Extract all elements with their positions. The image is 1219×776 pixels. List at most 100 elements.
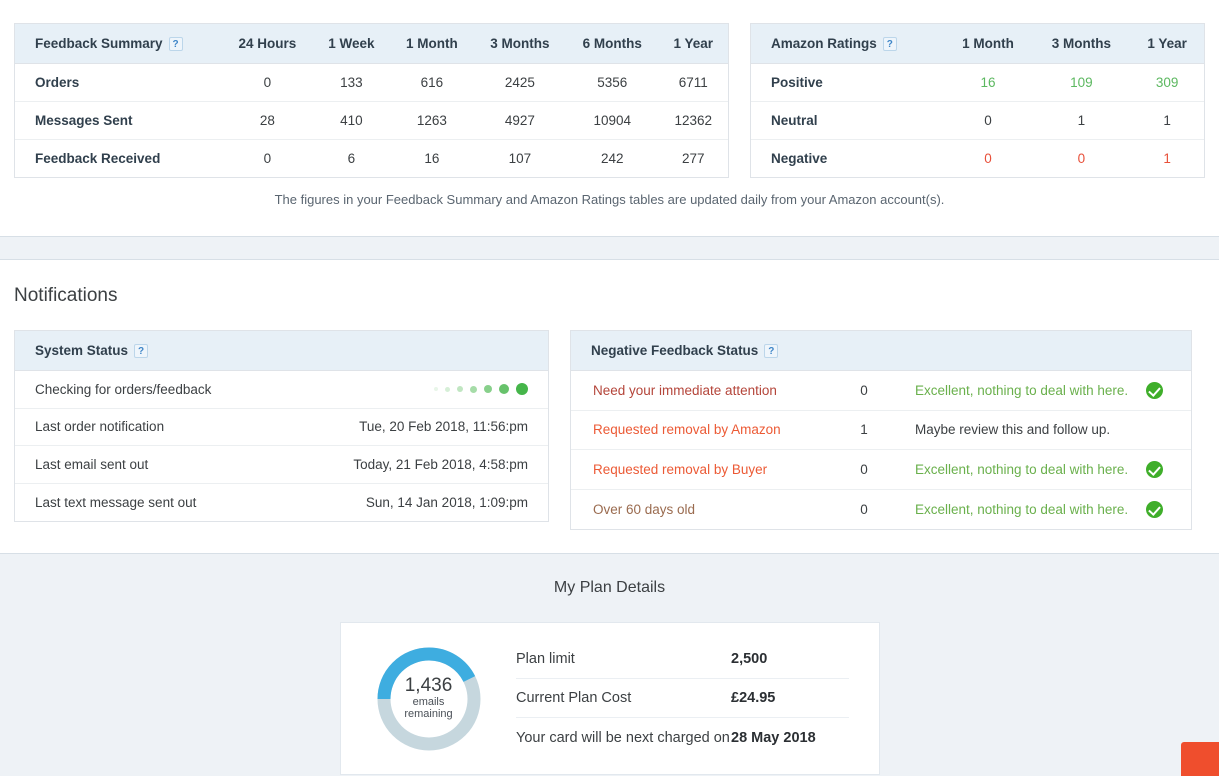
status-icon-cell [1139,460,1169,478]
row-label: Last text message sent out [35,494,197,510]
chat-launcher-button[interactable] [1181,742,1219,776]
cell-value: 28 [222,101,313,140]
cell-value: 107 [508,151,532,166]
negative-feedback-message: Excellent, nothing to deal with here. [915,382,1129,398]
system-status-row-last-order: Last order notification Tue, 20 Feb 2018… [15,409,548,446]
negative-feedback-status-card: Negative Feedback Status? Need your imme… [570,330,1192,530]
amazon-ratings-title-cell: Amazon Ratings? [751,24,944,64]
emails-remaining-count: 1,436 [404,675,453,697]
cell-value: 133 [312,63,391,102]
amazon-ratings-card: Amazon Ratings? 1 Month 3 Months 1 Year … [750,23,1205,178]
negative-feedback-row: Need your immediate attention 0 Excellen… [571,371,1191,411]
question-mark-icon[interactable]: ? [134,344,149,358]
plan-row-label: Plan limit [516,651,575,667]
status-icon-cell [1139,381,1169,399]
cell-value: 16 [943,63,1033,102]
negative-feedback-message: Excellent, nothing to deal with here. [915,501,1129,517]
plan-row-label: Your card will be next charged on [516,729,730,746]
row-value: Sun, 14 Jan 2018, 1:09:pm [365,494,528,510]
row-label: Last order notification [35,419,165,435]
cell-value: 1263 [390,101,474,140]
negative-feedback-link[interactable]: Over 60 days old [593,502,845,517]
row-value: Tue, 20 Feb 2018, 11:56:pm [359,419,528,435]
cell-value: 10904 [566,101,659,140]
summary-tables-region: Feedback Summary? 24 Hours 1 Week 1 Mont… [0,0,1219,236]
green-check-icon [1145,500,1163,518]
section-separator-band [0,236,1219,260]
system-status-card: System Status? Checking for orders/feedb… [14,330,549,522]
emails-remaining-line2: remaining [404,707,453,720]
row-label: Orders [15,63,223,102]
cell-value: 616 [390,63,474,102]
negative-feedback-link[interactable]: Requested removal by Buyer [593,462,845,477]
negative-feedback-message: Maybe review this and follow up. [915,422,1111,438]
table-row: Negative 0 0 1 [751,140,1204,178]
column-header: 1 Month [943,24,1033,64]
feedback-summary-table: Feedback Summary? 24 Hours 1 Week 1 Mont… [15,24,728,177]
question-mark-icon[interactable]: ? [882,37,897,51]
tables-update-note: The figures in your Feedback Summary and… [274,192,945,207]
plan-row-label: Current Plan Cost [516,690,632,706]
cell-value: 16 [424,151,440,166]
row-label: Messages Sent [15,101,223,140]
system-status-row-last-email: Last email sent out Today, 21 Feb 2018, … [15,446,548,484]
table-row: Feedback Received 0 6 16 107 242 277 [15,140,728,178]
green-check-icon [1145,460,1163,478]
negative-feedback-row: Requested removal by Buyer 0 Excellent, … [571,450,1191,490]
table-row: Neutral 0 1 1 [751,101,1204,140]
plan-details-heading: My Plan Details [553,579,666,596]
negative-feedback-message: Excellent, nothing to deal with here. [915,461,1129,477]
column-header: 1 Year [1130,24,1204,64]
row-label: Neutral [751,101,944,140]
plan-row-cost: Current Plan Cost £24.95 [516,679,849,718]
cell-value: 277 [681,151,705,166]
feedback-summary-title: Feedback Summary [35,36,163,51]
cell-value: 12362 [658,101,728,140]
negative-feedback-row: Over 60 days old 0 Excellent, nothing to… [571,490,1191,530]
row-label: Last email sent out [35,456,149,472]
row-label: Positive [751,63,944,102]
table-row: Positive 16 109 309 [751,63,1204,102]
plan-row-limit: Plan limit 2,500 [516,640,849,679]
cell-value: 1 [1163,151,1171,166]
plan-details-card: 1,436 emails remaining Plan limit 2,500 … [340,622,880,775]
cell-value: 242 [601,151,624,166]
green-check-icon [1145,381,1163,399]
cell-value: 1 [1130,101,1204,140]
cell-value: 2425 [473,63,567,102]
plan-row-value: 2,500 [731,651,768,667]
cell-value: 0 [943,101,1033,140]
feedback-summary-card: Feedback Summary? 24 Hours 1 Week 1 Mont… [14,23,729,178]
status-icon-cell [1139,500,1169,518]
table-row: Orders 0 133 616 2425 5356 6711 [15,63,728,102]
cell-value: 6711 [658,63,728,102]
plan-details-region: My Plan Details 1,436 emails remaining P… [0,553,1219,776]
column-header: 3 Months [1032,24,1131,64]
table-row: Messages Sent 28 410 1263 4927 10904 123… [15,101,728,140]
question-mark-icon[interactable]: ? [764,344,779,358]
plan-usage-donut: 1,436 emails remaining [341,644,516,754]
column-header: 1 Year [658,24,728,64]
feedback-summary-title-cell: Feedback Summary? [15,24,223,64]
row-label: Negative [771,151,828,166]
system-status-row-checking: Checking for orders/feedback [15,371,548,409]
cell-value: 5356 [566,63,659,102]
negative-feedback-title: Negative Feedback Status [591,343,759,358]
negative-feedback-link[interactable]: Requested removal by Amazon [593,422,845,437]
notifications-region: Notifications System Status? Checking fo… [0,261,1219,553]
cell-value: 309 [1130,63,1204,102]
donut-center-label: 1,436 emails remaining [374,644,484,754]
row-value: Today, 21 Feb 2018, 4:58:pm [353,456,528,472]
column-header: 24 Hours [222,24,313,64]
negative-feedback-link[interactable]: Need your immediate attention [593,383,845,398]
plan-row-next-charge: Your card will be next charged on 28 May… [516,718,849,757]
cell-value: 0 [263,151,272,166]
column-header: 3 Months [473,24,567,64]
system-status-header: System Status? [15,331,548,371]
negative-feedback-count: 0 [860,461,868,477]
loading-dots-icon [434,383,528,396]
cell-value: 4927 [473,101,567,140]
negative-feedback-count: 1 [860,422,868,438]
question-mark-icon[interactable]: ? [168,37,183,51]
column-header: 6 Months [566,24,659,64]
